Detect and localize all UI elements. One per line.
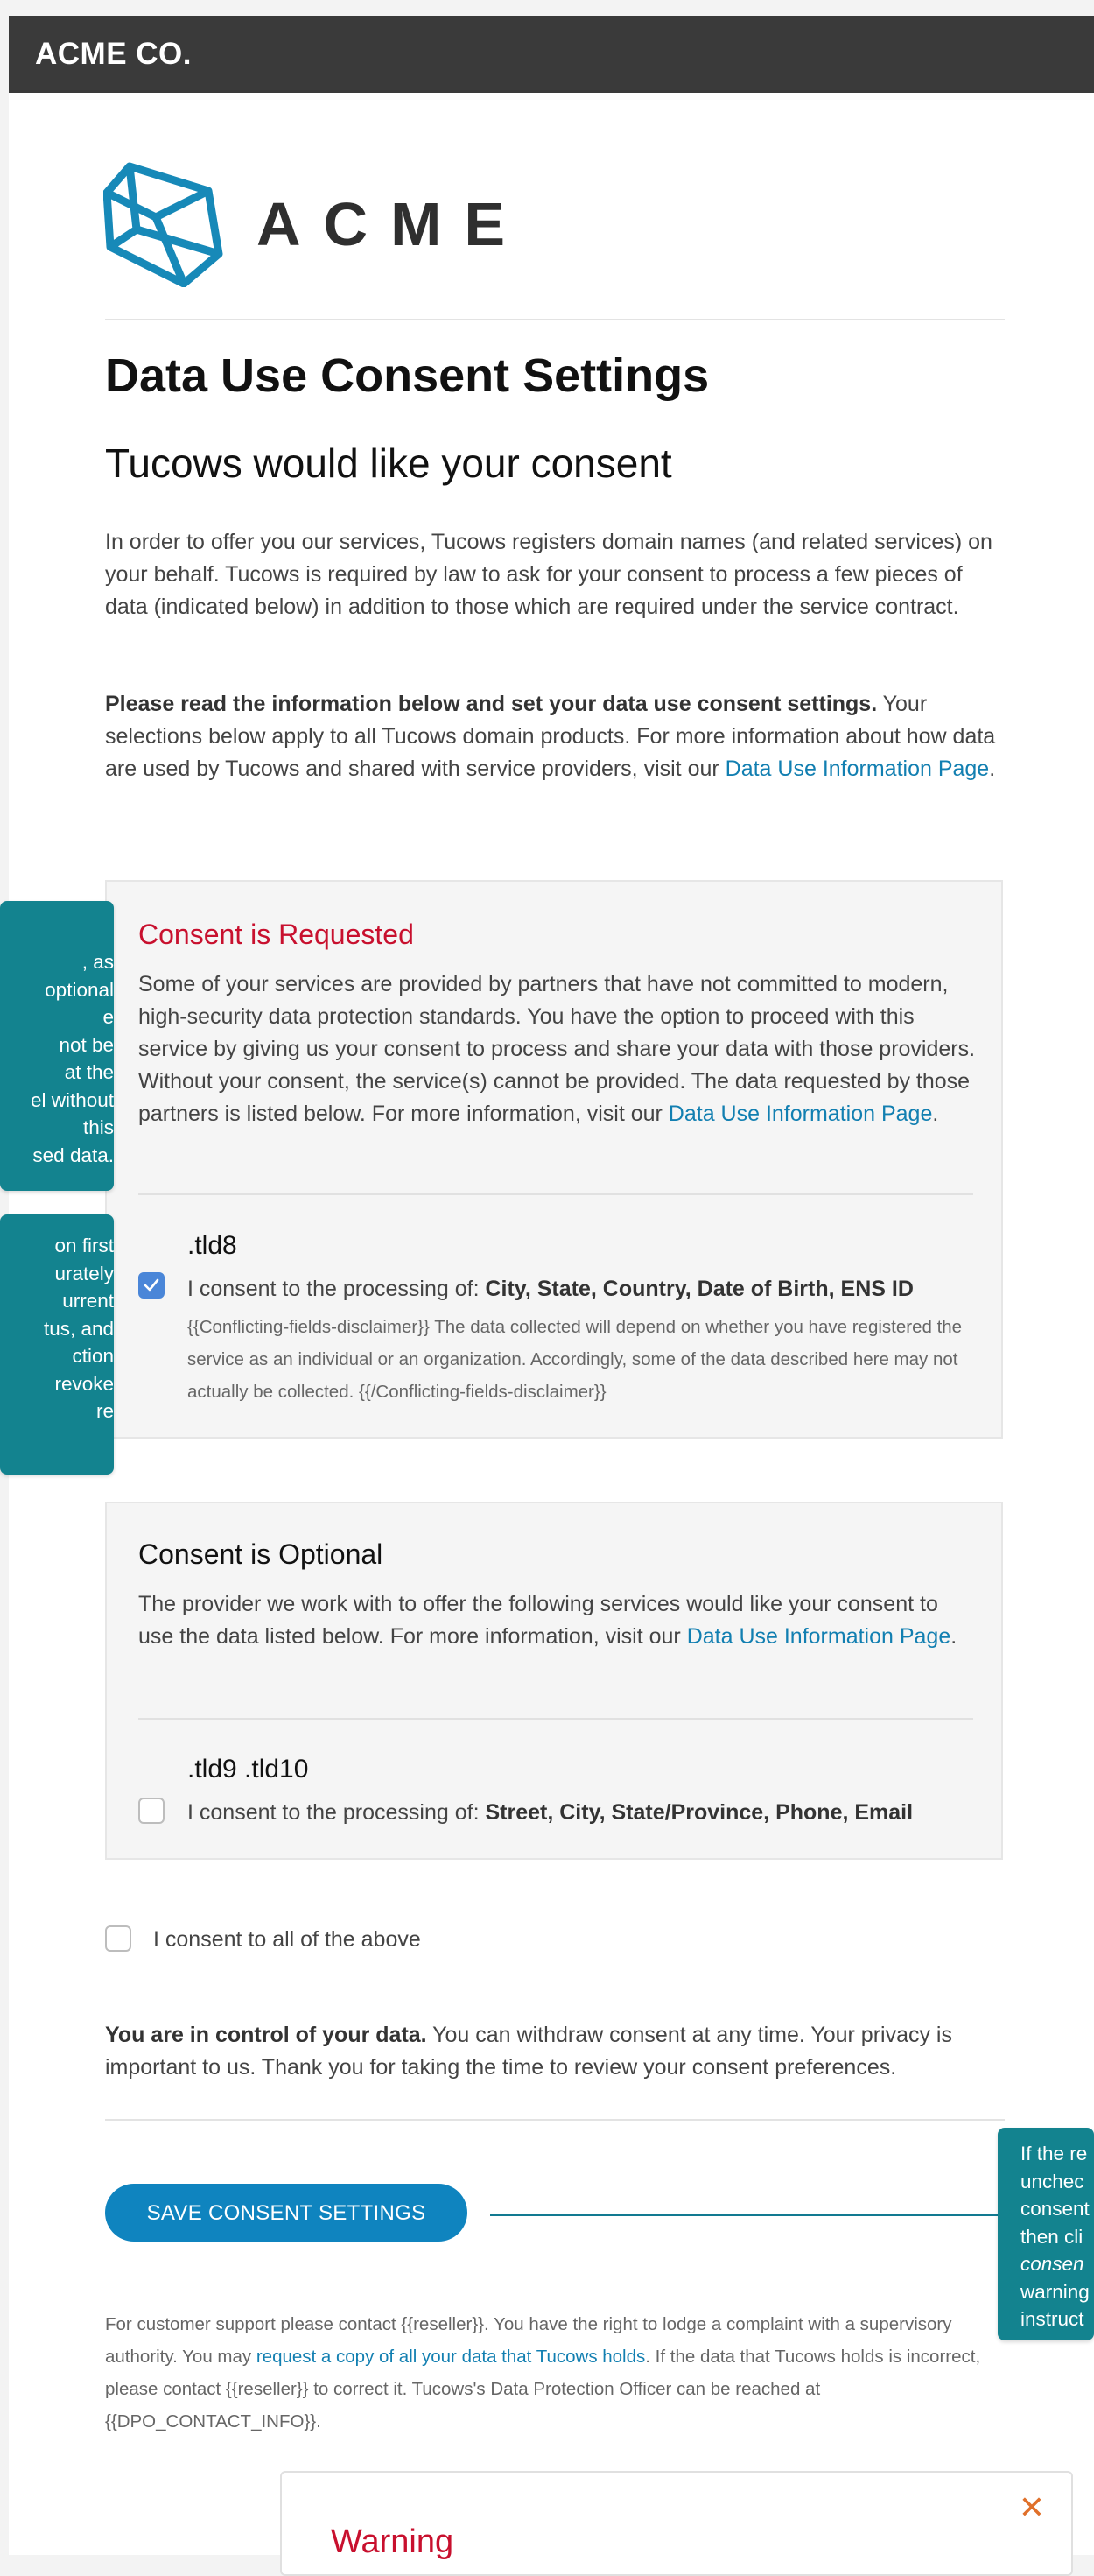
cube-logo-icon (103, 162, 223, 287)
data-use-info-link[interactable]: Data Use Information Page (669, 1101, 933, 1126)
request-data-copy-link[interactable]: request a copy of all your data that Tuc… (256, 2347, 645, 2367)
period: . (932, 1101, 939, 1126)
consent-requested-description: Some of your services are provided by pa… (138, 968, 978, 1130)
callout-line: at the (64, 1061, 114, 1083)
callout-line: this (82, 1116, 114, 1138)
divider (105, 319, 1005, 320)
callout-line: consent (1020, 2198, 1090, 2220)
tooltip-callout-left-bottom: on first urately urrent tus, and ction r… (0, 1214, 114, 1475)
consent-optional-description: The provider we work with to offer the f… (138, 1588, 978, 1653)
close-icon[interactable]: ✕ (1019, 2492, 1045, 2523)
callout-line: If the re (1020, 2143, 1088, 2164)
consent-requested-title: Consent is Requested (138, 918, 414, 950)
footer-support-text: For customer support please contact {{re… (105, 2308, 1005, 2438)
tooltip-callout-left-top: , as optional e not be at the el without… (0, 901, 114, 1191)
consent-optional-title: Consent is Optional (138, 1538, 383, 1570)
tooltip-callout-right: If the re unchec consent then cli consen… (998, 2128, 1094, 2340)
callout-line: sed data. (32, 1144, 114, 1166)
checkmark-icon (144, 1278, 159, 1292)
callout-line: warning (1020, 2280, 1090, 2303)
page-subtitle: Tucows would like your consent (105, 440, 672, 486)
conflicting-fields-disclaimer: {{Conflicting-fields-disclaimer}} The da… (187, 1317, 963, 1402)
consent-requested-section: Consent is Requested Some of your servic… (105, 880, 1003, 1439)
tld-name: .tld9 .tld10 (187, 1755, 309, 1784)
callout-line: displaye (1020, 2333, 1094, 2341)
consent-all-label: I consent to all of the above (153, 1927, 421, 1952)
callout-line: ction (72, 1345, 114, 1367)
divider (138, 1193, 973, 1195)
data-use-info-link[interactable]: Data Use Information Page (687, 1624, 951, 1649)
acme-logo: ACME (103, 156, 505, 287)
data-use-info-link[interactable]: Data Use Information Page (726, 757, 990, 781)
divider (105, 2119, 1005, 2121)
callout-line: urrent (62, 1290, 114, 1312)
consent-prefix: I consent to the processing of: (187, 1800, 486, 1825)
consent-optional-section: Consent is Optional The provider we work… (105, 1502, 1003, 1860)
consent-prefix: I consent to the processing of: (187, 1277, 486, 1301)
consent-all-checkbox[interactable] (105, 1925, 131, 1952)
period: . (989, 757, 996, 781)
warning-title: Warning (331, 2523, 454, 2560)
callout-line: revoke (54, 1372, 114, 1395)
brand-name: ACME CO. (35, 37, 192, 71)
top-bar: ACME CO. (9, 16, 1094, 93)
logo-wordmark: ACME (256, 190, 529, 258)
page-title: Data Use Consent Settings (105, 349, 710, 402)
callout-line: el without (30, 1088, 114, 1111)
period: . (950, 1624, 957, 1649)
consent-checkbox-tld9-tld10[interactable] (138, 1798, 165, 1824)
callout-line: not be (59, 1033, 114, 1056)
consent-fields: City, State, Country, Date of Birth, ENS… (485, 1277, 914, 1301)
callout-line: unchec (1020, 2170, 1084, 2192)
privacy-control-bold: You are in control of your data. (105, 2023, 427, 2047)
callout-line: consen (1020, 2253, 1084, 2275)
consent-label-tld9-tld10: I consent to the processing of: Street, … (187, 1800, 913, 1826)
callout-line: then cli (1020, 2225, 1083, 2248)
callout-line: optional (45, 978, 114, 1001)
consent-checkbox-tld8[interactable] (138, 1272, 165, 1299)
intro-paragraph: In order to offer you our services, Tuco… (105, 530, 992, 619)
warning-dialog: Warning ✕ (280, 2471, 1073, 2576)
callout-line: , as (81, 951, 114, 973)
callout-line: urately (54, 1262, 114, 1284)
callout-line: instruct (1020, 2308, 1084, 2330)
callout-line: on first (54, 1235, 114, 1256)
consent-label-tld8: I consent to the processing of: City, St… (187, 1277, 914, 1302)
privacy-control-note: You are in control of your data. You can… (105, 2019, 1005, 2084)
callout-line: re (95, 1400, 114, 1422)
consent-fields: Street, City, State/Province, Phone, Ema… (485, 1800, 914, 1825)
tld-name: .tld8 (187, 1231, 237, 1260)
callout-line: e (102, 1006, 114, 1028)
instructions-bold: Please read the information below and se… (105, 692, 878, 716)
divider (138, 1718, 973, 1720)
callout-line: tus, and (43, 1317, 114, 1340)
instructions-paragraph: Please read the information below and se… (105, 688, 1005, 785)
save-consent-button[interactable]: SAVE CONSENT SETTINGS (105, 2184, 467, 2242)
tooltip-connector-line (490, 2214, 998, 2216)
